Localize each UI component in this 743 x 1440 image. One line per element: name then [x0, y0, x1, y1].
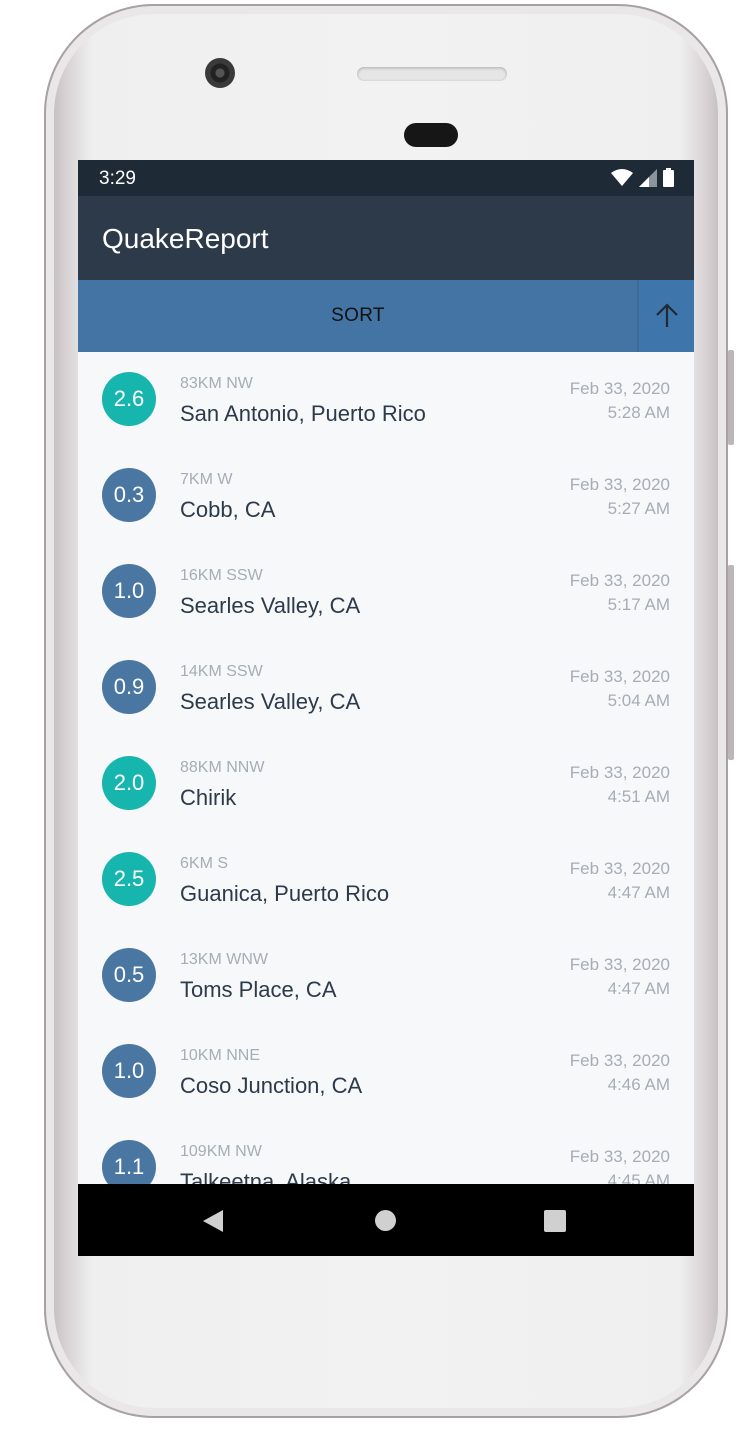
location-offset: 10KM NNE	[180, 1047, 261, 1064]
app-bar: QuakeReport	[78, 196, 694, 280]
arrow-up-icon	[655, 303, 678, 327]
magnitude-circle: 1.0	[102, 564, 156, 618]
location-offset: 88KM NNW	[180, 759, 265, 776]
quake-time: 5:28 AM	[607, 403, 670, 422]
quake-time: 4:47 AM	[607, 883, 670, 902]
location-offset: 14KM SSW	[180, 663, 263, 680]
list-item[interactable]: 2.5 6KM S Guanica, Puerto Rico Feb 33, 2…	[78, 832, 694, 928]
status-icons	[611, 168, 674, 187]
quake-date: Feb 33, 2020	[569, 571, 670, 590]
primary-location: Guanica, Puerto Rico	[180, 881, 390, 906]
sort-bar: SORT	[78, 280, 694, 352]
front-camera	[205, 58, 235, 88]
app-title: QuakeReport	[102, 223, 269, 254]
quake-date: Feb 33, 2020	[569, 763, 670, 782]
list-item[interactable]: 2.0 88KM NNW Chirik Feb 33, 2020 4:51 AM	[78, 736, 694, 832]
quake-date: Feb 33, 2020	[569, 379, 670, 398]
recents-icon[interactable]	[544, 1210, 566, 1232]
primary-location: San Antonio, Puerto Rico	[180, 401, 426, 426]
quake-time: 4:51 AM	[607, 787, 670, 806]
primary-location: Cobb, CA	[180, 497, 276, 522]
quake-date: Feb 33, 2020	[569, 955, 670, 974]
system-nav-bar	[78, 1184, 694, 1256]
magnitude-circle: 0.5	[102, 948, 156, 1002]
screen: 3:29 QuakeReport SORT 2.6 83KM NW San An…	[78, 160, 694, 1256]
magnitude-circle: 1.0	[102, 1044, 156, 1098]
sort-direction-button[interactable]	[637, 280, 694, 352]
power-button	[728, 565, 734, 760]
primary-location: Searles Valley, CA	[180, 689, 361, 714]
list-item[interactable]: 0.5 13KM WNW Toms Place, CA Feb 33, 2020…	[78, 928, 694, 1024]
quake-time: 4:47 AM	[607, 979, 670, 998]
battery-icon	[663, 168, 674, 187]
list-item[interactable]: 1.0 16KM SSW Searles Valley, CA Feb 33, …	[78, 544, 694, 640]
magnitude-circle: 0.3	[102, 468, 156, 522]
volume-button	[728, 350, 734, 445]
list-item[interactable]: 1.0 10KM NNE Coso Junction, CA Feb 33, 2…	[78, 1024, 694, 1120]
primary-location: Toms Place, CA	[180, 977, 337, 1002]
quake-time: 4:46 AM	[607, 1075, 670, 1094]
magnitude-circle: 2.6	[102, 372, 156, 426]
proximity-sensor	[404, 123, 458, 147]
quake-time: 5:17 AM	[607, 595, 670, 614]
quake-time: 5:04 AM	[607, 691, 670, 710]
status-bar: 3:29	[78, 160, 694, 196]
location-offset: 6KM S	[180, 855, 229, 872]
location-offset: 109KM NW	[180, 1143, 262, 1160]
quake-date: Feb 33, 2020	[569, 475, 670, 494]
location-offset: 16KM SSW	[180, 567, 263, 584]
list-item[interactable]: 0.9 14KM SSW Searles Valley, CA Feb 33, …	[78, 640, 694, 736]
location-offset: 13KM WNW	[180, 951, 268, 968]
location-offset: 7KM W	[180, 471, 233, 488]
quake-date: Feb 33, 2020	[569, 859, 670, 878]
wifi-icon	[611, 168, 633, 186]
status-time: 3:29	[99, 168, 136, 189]
signal-icon	[639, 168, 657, 187]
quake-time: 5:27 AM	[607, 499, 670, 518]
home-icon[interactable]	[375, 1210, 396, 1231]
earthquake-list: 2.6 83KM NW San Antonio, Puerto Rico Feb…	[78, 352, 694, 1216]
magnitude-circle: 2.5	[102, 852, 156, 906]
location-offset: 83KM NW	[180, 375, 253, 392]
back-icon[interactable]	[202, 1209, 224, 1233]
quake-date: Feb 33, 2020	[569, 667, 670, 686]
primary-location: Searles Valley, CA	[180, 593, 361, 618]
quake-date: Feb 33, 2020	[569, 1147, 670, 1166]
sort-button[interactable]: SORT	[78, 305, 638, 327]
list-item[interactable]: 0.3 7KM W Cobb, CA Feb 33, 2020 5:27 AM	[78, 448, 694, 544]
list-item[interactable]: 2.6 83KM NW San Antonio, Puerto Rico Feb…	[78, 352, 694, 448]
primary-location: Chirik	[180, 785, 237, 810]
earpiece-speaker	[357, 67, 507, 81]
quake-date: Feb 33, 2020	[569, 1051, 670, 1070]
magnitude-circle: 2.0	[102, 756, 156, 810]
magnitude-circle: 0.9	[102, 660, 156, 714]
primary-location: Coso Junction, CA	[180, 1073, 363, 1098]
